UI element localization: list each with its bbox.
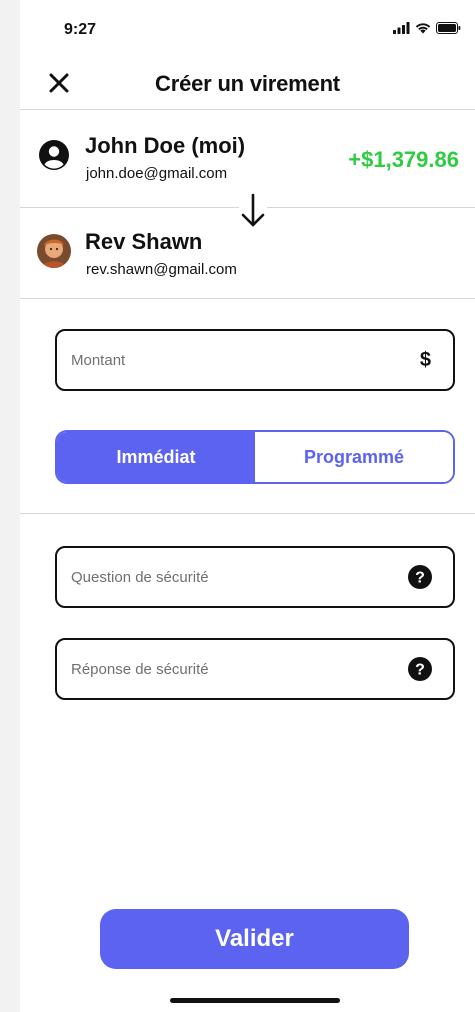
status-time: 9:27 bbox=[64, 21, 97, 38]
security-answer-field[interactable]: ? bbox=[55, 638, 455, 700]
help-icon[interactable]: ? bbox=[407, 564, 433, 590]
option-immediate[interactable]: Immédiat bbox=[57, 432, 255, 482]
sender-name: John Doe (moi) bbox=[85, 133, 246, 158]
help-icon[interactable]: ? bbox=[407, 656, 433, 682]
page-title: Créer un virement bbox=[155, 71, 340, 96]
svg-text:?: ? bbox=[415, 570, 425, 587]
currency-symbol: $ bbox=[419, 348, 431, 371]
recipient-name: Rev Shawn bbox=[85, 229, 203, 254]
sender-email: john.doe@gmail.com bbox=[86, 165, 228, 182]
submit-button[interactable]: Valider bbox=[100, 909, 409, 969]
status-icons bbox=[393, 22, 461, 34]
home-indicator bbox=[170, 998, 340, 1003]
signal-icon bbox=[393, 22, 410, 34]
recipient-email: rev.shawn@gmail.com bbox=[86, 261, 237, 278]
security-question-input[interactable] bbox=[71, 568, 407, 586]
recipient-divider bbox=[20, 298, 475, 299]
transfer-screen: 9:27 Créer un virement John Doe (moi) jo… bbox=[20, 0, 475, 1012]
sender-balance: +$1,379.86 bbox=[348, 147, 459, 172]
avatar bbox=[37, 234, 71, 268]
options-divider bbox=[20, 513, 475, 514]
wifi-icon bbox=[415, 23, 431, 34]
header-divider bbox=[20, 109, 475, 110]
svg-text:?: ? bbox=[415, 662, 425, 679]
amount-input[interactable] bbox=[71, 351, 420, 369]
security-answer-input[interactable] bbox=[71, 660, 407, 678]
battery-icon bbox=[436, 22, 461, 34]
user-circle-icon bbox=[39, 140, 69, 170]
amount-field[interactable]: $ bbox=[55, 329, 455, 391]
arrow-down-icon bbox=[239, 192, 267, 230]
timing-toggle: Immédiat Programmé bbox=[55, 430, 455, 484]
security-question-field[interactable]: ? bbox=[55, 546, 455, 608]
option-scheduled[interactable]: Programmé bbox=[255, 432, 453, 482]
